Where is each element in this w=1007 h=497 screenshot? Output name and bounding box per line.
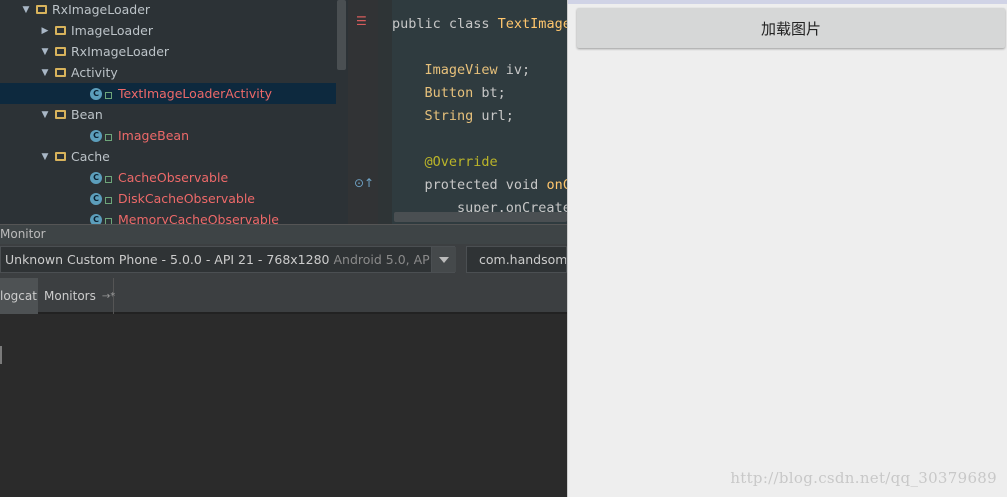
code-line: ImageView iv; [392, 62, 531, 78]
folder-icon [55, 110, 66, 119]
tree-item[interactable]: ▶ ImageLoader [0, 20, 336, 41]
load-image-button[interactable]: 加载图片 [577, 8, 1005, 48]
pin-arrow-icon: →* [101, 290, 116, 302]
code-token: url; [473, 108, 514, 124]
tab-monitors-label: Monitors [44, 289, 96, 303]
process-select[interactable]: com.handsome [466, 246, 567, 273]
folder-icon [55, 47, 66, 56]
java-class-icon: C [90, 129, 102, 142]
watermark: http://blog.csdn.net/qq_30379689 [730, 469, 997, 487]
lock-icon [105, 133, 112, 141]
android-monitor-panel: Monitor Unknown Custom Phone - 5.0.0 - A… [0, 224, 567, 497]
tab-logcat-label: logcat [0, 289, 37, 303]
tree-item-label: Activity [71, 65, 118, 80]
java-class-icon: C [90, 213, 102, 224]
folder-icon [55, 26, 66, 35]
tree-item[interactable]: ▼ RxImageLoader [0, 41, 336, 62]
tree-item-label: RxImageLoader [71, 44, 170, 59]
project-tree: ▼ RxImageLoader ▶ ImageLoader ▼ RxImageLoader… [0, 0, 348, 224]
editor-horizontal-scrollbar[interactable] [394, 212, 567, 222]
tab-logcat[interactable]: logcat [0, 278, 38, 314]
java-class-icon: C [90, 87, 102, 100]
tree-item[interactable]: C TextImageLoaderActivity [0, 83, 336, 104]
tree-item[interactable]: ▼ Activity [0, 62, 336, 83]
fold-column [378, 0, 392, 224]
tree-item-label: RxImageLoader [52, 2, 151, 17]
code-token: protected void [424, 177, 547, 193]
monitor-title: Monitor [0, 227, 46, 241]
device-dropdown-button[interactable] [431, 247, 456, 272]
tree-item-label: TextImageLoaderActivity [118, 86, 272, 101]
code-token: onC [546, 177, 567, 193]
code-line: String url; [392, 108, 514, 124]
tree-scrollbar[interactable] [337, 0, 346, 70]
logcat-output[interactable] [0, 316, 567, 497]
code-line: @Override [392, 154, 498, 170]
chevron-down-icon [439, 256, 449, 263]
tree-expanded-arrow-icon[interactable]: ▼ [39, 110, 51, 120]
device-name: Unknown Custom Phone - 5.0.0 - API 21 - … [5, 252, 330, 267]
code-token: ImageView [424, 62, 498, 78]
lock-icon [105, 91, 112, 99]
editor-gutter: ☰ ⊙↑ [348, 0, 378, 224]
java-class-icon: C [90, 192, 102, 205]
tree-expanded-arrow-icon[interactable]: ▼ [39, 47, 51, 57]
tree-item-label: CacheObservable [118, 170, 229, 185]
status-bar [568, 0, 1007, 4]
tree-item-label: Bean [71, 107, 103, 122]
code-editor[interactable]: public class TextImage ImageView iv; But… [392, 0, 567, 224]
tree-item[interactable]: C MemoryCacheObservable [0, 209, 336, 224]
lock-icon [105, 196, 112, 204]
folder-icon [55, 68, 66, 77]
code-line: Button bt; [392, 85, 506, 101]
code-token: String [424, 108, 474, 124]
device-screen: 加载图片 http://blog.csdn.net/qq_30379689 [567, 0, 1007, 497]
code-token: TextImage [497, 16, 567, 32]
text-caret [0, 346, 2, 364]
device-select[interactable]: Unknown Custom Phone - 5.0.0 - API 21 - … [0, 246, 456, 273]
structure-icon[interactable]: ☰ [356, 14, 367, 28]
monitor-header: Monitor [0, 224, 567, 244]
folder-icon [36, 5, 47, 14]
tree-item-label: DiskCacheObservable [118, 191, 255, 206]
tree-item-label: ImageLoader [71, 23, 153, 38]
tree-expanded-arrow-icon[interactable]: ▼ [39, 152, 51, 162]
code-token: @Override [424, 154, 498, 170]
tree-collapsed-arrow-icon[interactable]: ▶ [39, 26, 51, 36]
tree-item[interactable]: ▼ RxImageLoader [0, 0, 336, 20]
code-token: bt; [473, 85, 506, 101]
tree-item-label: Cache [71, 149, 110, 164]
override-marker-icon[interactable]: ⊙↑ [354, 176, 374, 190]
tree-item[interactable]: C ImageBean [0, 125, 336, 146]
tree-expanded-arrow-icon[interactable]: ▼ [20, 5, 32, 15]
tree-item[interactable]: C CacheObservable [0, 167, 336, 188]
tree-item[interactable]: ▼ Bean [0, 104, 336, 125]
java-class-icon: C [90, 171, 102, 184]
code-token: iv; [497, 62, 531, 78]
lock-icon [105, 175, 112, 183]
tree-item[interactable]: C DiskCacheObservable [0, 188, 336, 209]
tree-expanded-arrow-icon[interactable]: ▼ [39, 68, 51, 78]
code-token: Button [424, 85, 474, 101]
code-line: protected void onC [392, 177, 567, 193]
tab-monitors[interactable]: Monitors →* [38, 278, 116, 314]
tree-item-label: MemoryCacheObservable [118, 212, 279, 224]
tree-item[interactable]: ▼ Cache [0, 146, 336, 167]
monitor-tabs: logcat Monitors →* [0, 278, 567, 314]
folder-icon [55, 152, 66, 161]
tree-item-label: ImageBean [118, 128, 189, 143]
code-token: public class [392, 16, 498, 32]
code-line: public class TextImage [392, 16, 567, 32]
